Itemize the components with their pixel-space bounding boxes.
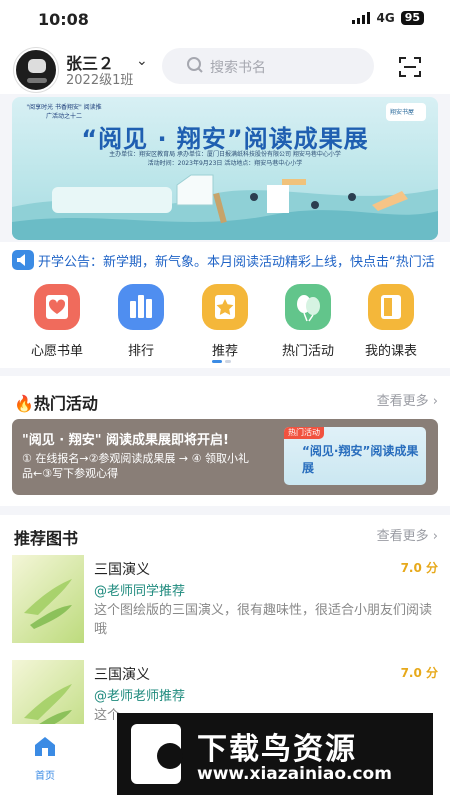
- book-item[interactable]: 三国演义 7.0 分 @老师同学推荐 这个图绘版的三国演义，很有趣味性，很适合小…: [12, 555, 438, 647]
- star-book-icon: [202, 284, 248, 330]
- book-cover: [12, 555, 84, 643]
- home-icon: [35, 737, 55, 756]
- announcement-bar[interactable]: 开学公告：新学期，新气象。本月阅读活动精彩上线，快点击“热门活: [0, 242, 450, 276]
- menu-item-hot-activity[interactable]: 热门活动: [278, 284, 338, 359]
- menu-label-schedule: 我的课表: [364, 344, 417, 359]
- watermark-url: www.xiazainiao.com: [197, 764, 392, 784]
- activity-banner[interactable]: "阅享时光 书香翔安" 阅读推广活动之十二 翔安书屋 “阅见 · 翔安”阅读成果…: [12, 97, 438, 240]
- watermark: 下载鸟资源 www.xiazainiao.com: [117, 713, 433, 795]
- scan-icon[interactable]: [398, 56, 422, 78]
- chevron-right-icon: ›: [432, 529, 438, 544]
- balloon-icon: [285, 284, 331, 330]
- book-title: 三国演义: [94, 562, 150, 578]
- books-section-title: 推荐图书: [14, 529, 79, 548]
- bird-logo-icon: [131, 724, 183, 784]
- menu-item-ranking[interactable]: 排行: [111, 284, 171, 359]
- quick-menu: 心愿书单 排行 推荐 热门活动 我的课表: [0, 276, 450, 368]
- status-bar: 10:08 4G 95: [0, 0, 450, 38]
- menu-label-hot-activity: 热门活动: [281, 344, 334, 359]
- banner-organizer: 主办单位：翔安区教育局 承办单位：厦门日报满纸科技股份有限公司 翔安马巷中心小学: [109, 151, 341, 158]
- book-recommender: @老师老师推荐: [94, 689, 186, 704]
- hot-activity-card[interactable]: "阅见 · 翔安" 阅读成果展即将开启! ① 在线报名→②参观阅读成果展 → ④…: [12, 419, 438, 495]
- menu-label-ranking: 排行: [127, 344, 154, 359]
- search-placeholder: 搜索书名: [210, 60, 266, 76]
- status-time: 10:08: [38, 10, 89, 29]
- app-screen: 10:08 4G 95 张三２ ⌄ 2022级1班 搜索书名 "阅享时光 书香翔…: [0, 0, 450, 800]
- recommended-books-section: 推荐图书 查看更多 › 三国演义 7.0 分 @老师同学推荐 这个图绘版的三国演…: [0, 515, 450, 748]
- hot-card-thumbnail: 热门活动 “阅见·翔安”阅读成果展: [284, 427, 426, 485]
- top-header: 张三２ ⌄ 2022级1班 搜索书名: [0, 38, 450, 94]
- search-icon: [187, 57, 203, 73]
- book-description: 这个图绘版的三国演义，很有趣味性，很适合小朋友们阅读哦: [94, 603, 433, 637]
- books-more-link[interactable]: 查看更多 ›: [377, 525, 438, 544]
- book-icon: [368, 284, 414, 330]
- speaker-icon: [12, 250, 34, 270]
- book-title: 三国演义: [94, 667, 150, 683]
- hot-tag: 热门活动: [284, 427, 324, 439]
- announcement-text: 开学公告：新学期，新气象。本月阅读活动精彩上线，快点击“热门活: [38, 255, 435, 270]
- heart-book-icon: [34, 284, 80, 330]
- hot-card-title: "阅见 · 翔安" 阅读成果展即将开启!: [22, 433, 229, 448]
- banner-time-place: 活动时间：2023年9月23日 活动地点：翔安马巷中心小学: [147, 160, 303, 167]
- book-score: 7.0 分: [400, 561, 438, 575]
- fire-icon: 🔥: [14, 394, 34, 413]
- menu-item-wishlist[interactable]: 心愿书单: [27, 284, 87, 359]
- book-recommender: @老师同学推荐: [94, 584, 186, 599]
- avatar[interactable]: [14, 48, 58, 92]
- page-indicator: [212, 360, 231, 363]
- banner-illustration: [12, 174, 438, 240]
- menu-label-wishlist: 心愿书单: [30, 344, 83, 359]
- user-class: 2022级1班: [66, 73, 134, 88]
- bar-ranking-icon: [118, 284, 164, 330]
- thumbnail-title: “阅见·翔安”阅读成果展: [302, 444, 419, 475]
- search-input[interactable]: 搜索书名: [162, 48, 374, 84]
- chevron-right-icon: ›: [432, 394, 438, 409]
- network-type: 4G: [376, 11, 395, 25]
- watermark-brand: 下载鸟资源: [197, 732, 357, 767]
- menu-item-schedule[interactable]: 我的课表: [361, 284, 421, 359]
- hot-section-title: 🔥热门活动: [14, 394, 98, 413]
- signal-icon: [352, 12, 371, 24]
- tab-home-label: 首页: [35, 771, 55, 782]
- chevron-down-icon[interactable]: ⌄: [136, 53, 148, 69]
- menu-item-recommend[interactable]: 推荐: [195, 284, 255, 359]
- menu-label-recommend: 推荐: [211, 344, 238, 359]
- book-score: 7.0 分: [400, 666, 438, 680]
- status-right: 4G 95: [352, 11, 424, 25]
- hot-activity-section: 🔥热门活动 查看更多 › "阅见 · 翔安" 阅读成果展即将开启! ① 在线报名…: [0, 376, 450, 506]
- tab-home[interactable]: 首页: [23, 734, 67, 782]
- hot-card-desc: ① 在线报名→②参观阅读成果展 → ④ 领取小礼品←③写下参观心得: [22, 452, 250, 480]
- hot-more-link[interactable]: 查看更多 ›: [377, 390, 438, 409]
- battery-icon: 95: [400, 11, 424, 25]
